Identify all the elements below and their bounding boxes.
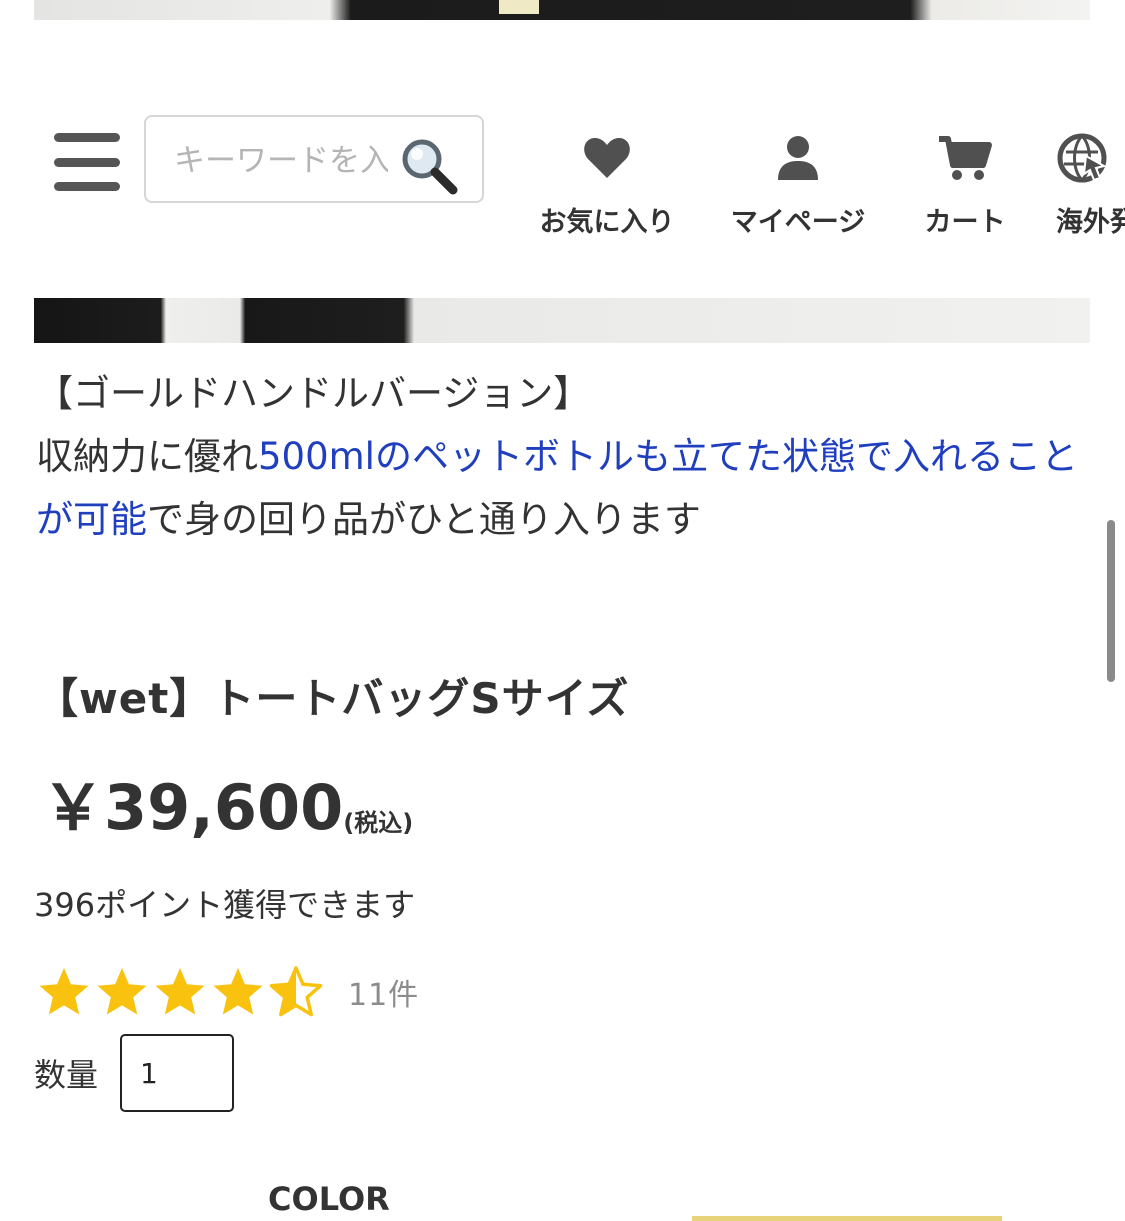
nav-mypage[interactable]: マイページ [727,128,869,248]
star-full-icon [213,968,263,1015]
heart-icon [583,128,631,188]
nav-favorites[interactable]: お気に入り [536,128,678,248]
quantity-label: 数量 [34,1056,99,1094]
quantity-input[interactable] [120,1034,235,1112]
points-note: 396ポイント獲得できます [34,886,416,924]
search-box [144,115,484,203]
tax-note: (税込) [343,809,414,837]
description-heading: 【ゴールドハンドルバージョン】 [36,372,591,415]
product-description: 【ゴールドハンドルバージョン】 収納力に優れ500mlのペットボトルも立てた状態… [36,362,1096,551]
nav-label: 海外発送 [1056,207,1125,238]
user-icon [776,128,820,188]
description-text: 収納力に優れ [36,435,258,478]
nav-label: マイページ [730,207,866,238]
product-tag [499,0,539,14]
star-full-icon [155,968,205,1015]
description-text: で身の回り品がひと通り入ります [147,498,701,541]
price-row: ￥39,600 (税込) [42,770,413,846]
star-half-icon [269,966,323,1017]
review-count[interactable]: 11件 [348,970,419,1014]
star-full-icon [39,968,89,1015]
rating-stars [36,965,326,1019]
color-label: COLOR [268,1180,390,1218]
color-tab-underline [692,1216,1002,1221]
product-page: お気に入り マイページ カート [0,0,1125,1221]
search-input[interactable] [172,135,390,187]
scrollbar[interactable] [1107,520,1115,682]
hamburger-menu-icon[interactable] [54,133,120,191]
globe-icon [1056,128,1108,188]
quantity-row: 数量 [34,1034,235,1112]
search-icon[interactable] [398,135,460,197]
nav-overseas-shipping[interactable]: 海外発送 [1056,128,1125,248]
product-title: 【wet】トートバッグSサイズ [36,674,630,723]
cart-icon [937,128,993,188]
nav-cart[interactable]: カート [915,128,1015,248]
product-image[interactable] [34,298,1090,343]
rating[interactable]: 11件 [36,965,419,1019]
nav-label: お気に入り [539,207,675,238]
star-full-icon [97,968,147,1015]
nav-label: カート [924,207,1006,238]
price: ￥39,600 [42,771,344,844]
description-body: 収納力に優れ500mlのペットボトルも立てた状態で入れることが可能で身の回り品が… [36,425,1096,551]
product-image-top[interactable] [34,0,1090,20]
